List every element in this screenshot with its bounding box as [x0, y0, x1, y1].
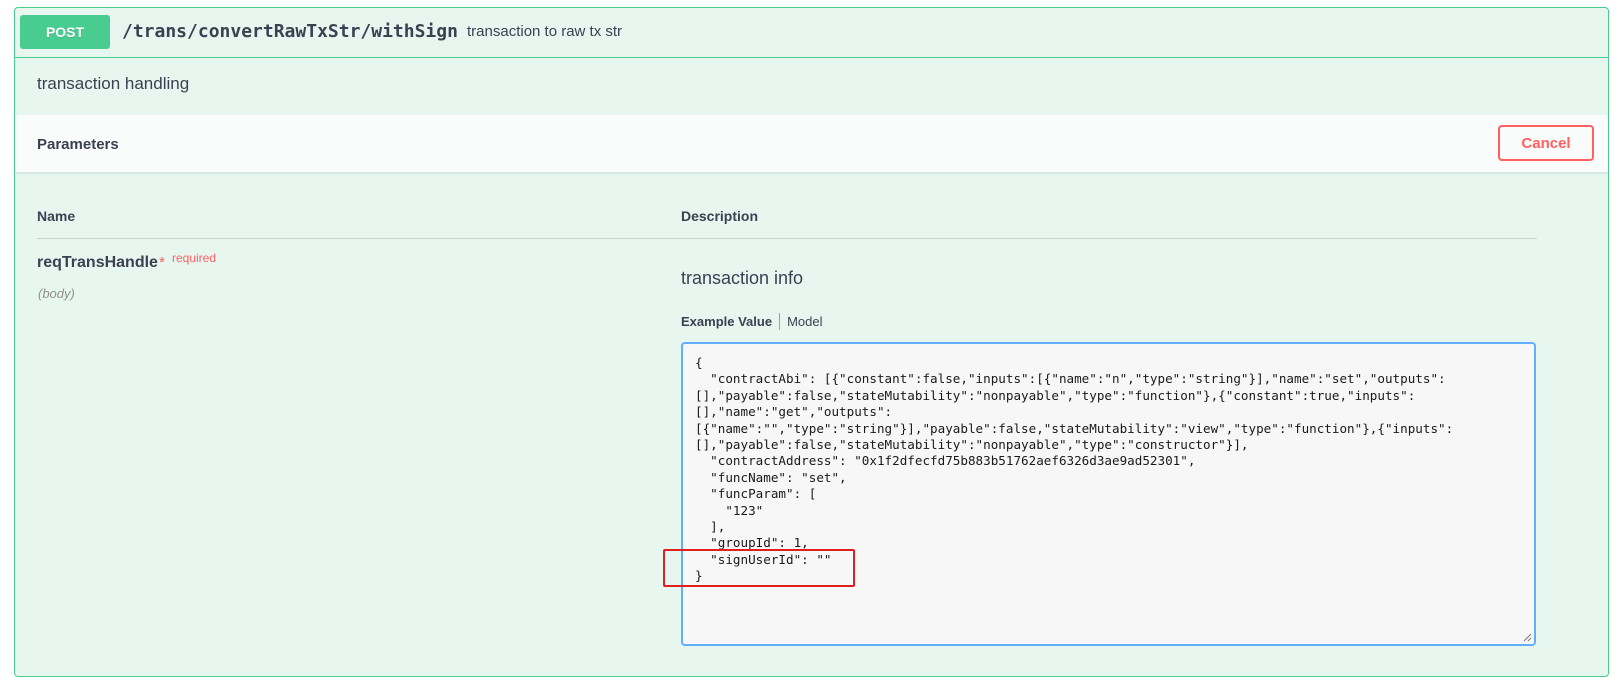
- column-header-name: Name: [37, 208, 76, 224]
- resize-handle-icon[interactable]: [1522, 632, 1532, 642]
- parameters-header: Parameters Cancel: [15, 115, 1608, 173]
- endpoint-path: /trans/convertRawTxStr/withSign: [122, 21, 458, 42]
- method-badge: POST: [20, 15, 110, 49]
- body-textarea[interactable]: { "contractAbi": [{"constant":false,"inp…: [681, 342, 1536, 646]
- operation-block: POST /trans/convertRawTxStr/withSign tra…: [14, 7, 1609, 677]
- column-header-description: Description: [681, 208, 759, 224]
- operation-description: transaction handling: [37, 74, 190, 93]
- example-model-tabs: Example Value Model: [681, 313, 822, 330]
- parameter-description: transaction info: [681, 268, 804, 288]
- required-label: required: [172, 251, 217, 265]
- parameters-title: Parameters: [37, 136, 119, 153]
- annotation-highlight-box: [663, 549, 855, 587]
- endpoint-summary: transaction to raw tx str: [467, 23, 623, 40]
- tab-example-value[interactable]: Example Value: [681, 314, 779, 329]
- parameter-location: (body): [38, 286, 75, 301]
- operation-summary[interactable]: POST /trans/convertRawTxStr/withSign tra…: [15, 8, 1608, 58]
- cancel-button[interactable]: Cancel: [1498, 125, 1594, 161]
- tab-model[interactable]: Model: [780, 314, 822, 329]
- header-divider: [37, 238, 1537, 239]
- required-star: *: [159, 254, 165, 271]
- parameter-name: reqTransHandle: [37, 254, 158, 271]
